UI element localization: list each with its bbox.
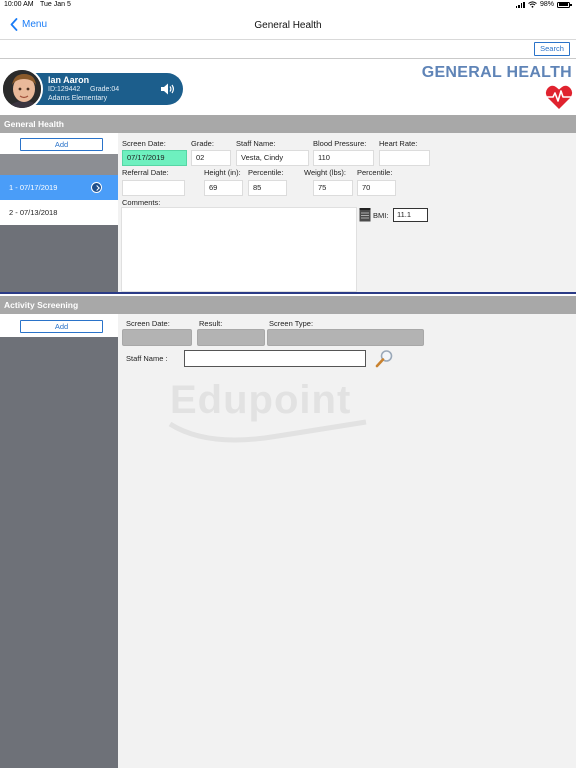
record-list-item[interactable]: 2 - 07/13/2018 xyxy=(0,200,118,225)
record-label: 2 - 07/13/2018 xyxy=(9,208,58,217)
blood-pressure-label: Blood Pressure: xyxy=(313,139,367,148)
wifi-icon xyxy=(528,1,537,8)
status-time: 10:00 AM xyxy=(4,1,34,8)
status-indicators: 98% xyxy=(515,1,572,8)
height-label: Height (in): xyxy=(204,168,241,177)
heart-rate-field[interactable] xyxy=(379,150,430,166)
section-divider xyxy=(0,292,576,294)
status-bar: 10:00 AM Tue Jan 5 98% xyxy=(0,0,576,12)
student-grade: Grade:04 xyxy=(90,86,120,93)
avatar xyxy=(1,68,43,110)
blood-pressure-field[interactable]: 110 xyxy=(313,150,374,166)
module-title: GENERAL HEALTH xyxy=(421,64,572,81)
screen-date-field[interactable]: 07/17/2019 xyxy=(122,150,187,166)
navigation-bar: Menu General Health xyxy=(0,12,576,40)
weight-percentile-field[interactable]: 70 xyxy=(357,180,396,196)
bmi-label: BMI: xyxy=(373,211,389,220)
heart-rate-label: Heart Rate: xyxy=(379,139,418,148)
grade-field[interactable]: 02 xyxy=(191,150,231,166)
notepad-icon[interactable] xyxy=(359,208,371,222)
activity-record-list xyxy=(0,314,118,768)
status-date: Tue Jan 5 xyxy=(40,1,71,8)
weight-field[interactable]: 75 xyxy=(313,180,353,196)
grade-label: Grade: xyxy=(191,139,214,148)
activity-screen-date-field[interactable] xyxy=(122,329,192,346)
activity-screen-date-label: Screen Date: xyxy=(126,319,170,328)
speaker-icon[interactable] xyxy=(160,82,176,96)
height-percentile-label: Percentile: xyxy=(248,168,284,177)
search-button[interactable]: Search xyxy=(534,42,570,56)
add-health-record-button[interactable]: Add xyxy=(20,138,103,151)
referral-date-field[interactable] xyxy=(122,180,185,196)
height-field[interactable]: 69 xyxy=(204,180,243,196)
comments-field[interactable] xyxy=(121,207,357,292)
activity-screening-section-header: Activity Screening xyxy=(0,296,576,314)
general-health-section-header: General Health xyxy=(0,115,576,133)
activity-staff-name-field[interactable] xyxy=(184,350,366,367)
header-divider xyxy=(0,58,576,59)
record-list-item[interactable]: 1 - 07/17/2019 xyxy=(0,175,118,200)
page-title: General Health xyxy=(254,20,322,31)
add-activity-screening-button[interactable]: Add xyxy=(20,320,103,333)
student-id: ID:129442 xyxy=(48,86,81,93)
battery-icon xyxy=(557,1,572,8)
activity-screen-type-field[interactable] xyxy=(267,329,424,346)
weight-percentile-label: Percentile: xyxy=(357,168,393,177)
battery-percent: 98% xyxy=(539,1,554,8)
staff-name-field[interactable]: Vesta, Cindy xyxy=(236,150,309,166)
signal-icon xyxy=(515,1,525,8)
chevron-right-circle-icon[interactable] xyxy=(91,182,102,193)
activity-result-label: Result: xyxy=(199,319,223,328)
height-percentile-field[interactable]: 85 xyxy=(248,180,287,196)
record-list-spacer xyxy=(0,154,118,175)
watermark-swoosh xyxy=(168,419,367,443)
comments-text xyxy=(122,208,356,214)
activity-screen-type-label: Screen Type: xyxy=(269,319,314,328)
bmi-field: 11.1 xyxy=(393,208,428,222)
screen-date-label: Screen Date: xyxy=(122,139,166,148)
weight-label: Weight (lbs): xyxy=(304,168,346,177)
activity-staff-name-label: Staff Name : xyxy=(126,354,168,363)
referral-date-label: Referral Date: xyxy=(122,168,169,177)
activity-result-field[interactable] xyxy=(197,329,265,346)
edupoint-watermark: Edupoint xyxy=(170,378,352,422)
comments-label: Comments: xyxy=(122,198,161,207)
heart-pulse-icon xyxy=(545,85,573,109)
staff-name-label: Staff Name: xyxy=(236,139,276,148)
student-school: Adams Elementary xyxy=(48,95,108,102)
magnifier-icon[interactable] xyxy=(375,349,394,368)
student-name: Ian Aaron xyxy=(48,75,90,85)
record-label: 1 - 07/17/2019 xyxy=(9,183,58,192)
